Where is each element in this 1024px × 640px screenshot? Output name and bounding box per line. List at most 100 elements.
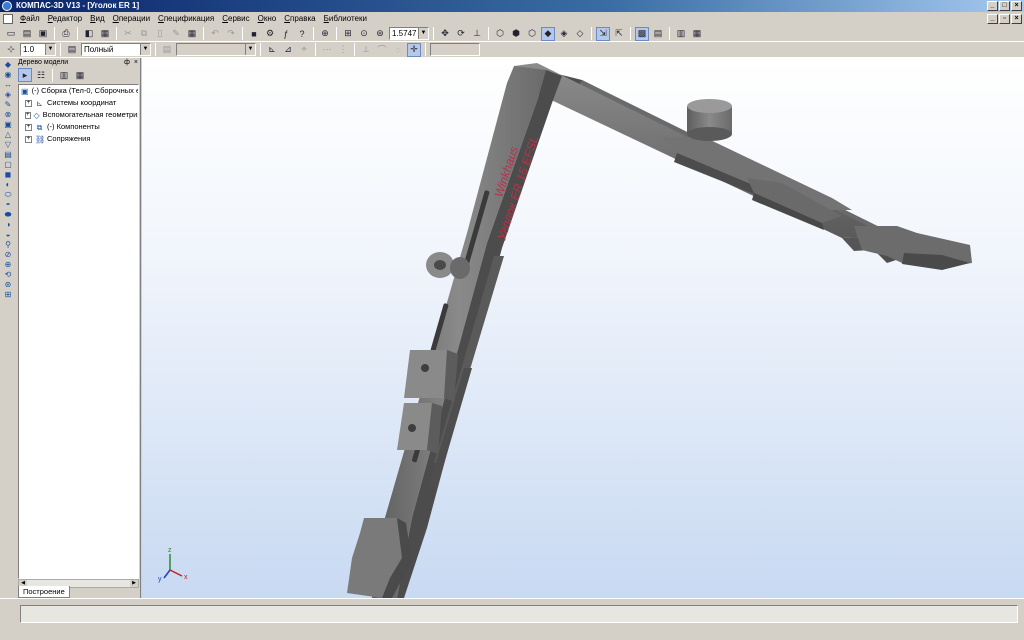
explode-icon[interactable]: ⊛	[2, 280, 15, 289]
track-icon[interactable]: ⌒	[375, 43, 389, 57]
menu-specification[interactable]: Спецификация	[154, 12, 218, 26]
tree-item-coordinate-systems[interactable]: + ⊾ Системы координат	[19, 97, 138, 109]
geometry-icon[interactable]: ◈	[2, 90, 15, 99]
menu-service[interactable]: Сервис	[218, 12, 253, 26]
maximize-button[interactable]: □	[999, 1, 1010, 11]
open-folder-icon[interactable]: ▤	[20, 27, 34, 41]
rotate-component-icon[interactable]: ⟲	[2, 270, 15, 279]
chevron-down-icon[interactable]: ▼	[418, 28, 428, 39]
move-icon[interactable]: ⊕	[2, 260, 15, 269]
collision-icon[interactable]: ⊘	[2, 250, 15, 259]
doc-restore-button[interactable]: ▫	[999, 14, 1010, 24]
build-order-icon[interactable]: ▸	[18, 68, 32, 82]
coordinate-field[interactable]	[430, 43, 480, 56]
orientation-icon[interactable]: ⊥	[470, 27, 484, 41]
report-icon[interactable]: ▦	[690, 27, 704, 41]
selection-icon[interactable]: ⇱	[612, 27, 626, 41]
library-icon[interactable]: ▤	[2, 150, 15, 159]
zoom-in-icon[interactable]: ⊕	[318, 27, 332, 41]
save-icon[interactable]: ▣	[36, 27, 50, 41]
slide-block-lower[interactable]	[397, 403, 442, 454]
array-icon[interactable]: ⬬	[2, 210, 15, 219]
model-viewport[interactable]: Winkhaus Уголок ER 15 EFSL z x y	[142, 58, 1024, 598]
slide-plate-upper[interactable]	[662, 136, 852, 218]
chevron-down-icon[interactable]: ▼	[45, 44, 55, 55]
manager-icon[interactable]: ▦	[98, 27, 112, 41]
menu-operations[interactable]: Операции	[109, 12, 154, 26]
view-icon[interactable]: ▢	[2, 160, 15, 169]
section-icon[interactable]: ◒	[2, 230, 15, 239]
pan-icon[interactable]: ✥	[438, 27, 452, 41]
expand-icon[interactable]: +	[25, 135, 32, 143]
thin-lines-icon[interactable]: ⬡	[525, 27, 539, 41]
layer-icon[interactable]: ▤	[160, 43, 174, 57]
variables-icon[interactable]: ⚙	[263, 27, 277, 41]
spec-objects-icon[interactable]: ▣	[2, 120, 15, 129]
new-document-icon[interactable]: ▭	[4, 27, 18, 41]
close-panel-icon[interactable]: ×	[134, 58, 138, 68]
dimension-icon[interactable]: ↔	[2, 80, 15, 89]
zoom-scale-icon[interactable]: ⊛	[373, 27, 387, 41]
tree-item-assembly[interactable]: ▣ (-) Сборка (Тел-0, Сборочных е	[19, 85, 138, 97]
display-mode-icon[interactable]: ▤	[65, 43, 79, 57]
tree-item-mates[interactable]: + ⛓ Сопряжения	[19, 133, 138, 145]
print-icon[interactable]: ⎙	[59, 27, 73, 41]
tree-filter-icon[interactable]: ▥	[57, 68, 71, 82]
body-icon[interactable]: ⬭	[2, 190, 15, 199]
orient-icon[interactable]: ⌖	[297, 43, 311, 57]
zoom-window-icon[interactable]: ⊞	[341, 27, 355, 41]
measure-icon[interactable]: ✎	[2, 100, 15, 109]
local-cs-icon[interactable]: ⊿	[281, 43, 295, 57]
paste-icon[interactable]: ▯	[153, 27, 167, 41]
properties-icon[interactable]: ▩	[635, 26, 649, 41]
expand-icon[interactable]: +	[25, 111, 31, 119]
help-pointer-icon[interactable]: ?	[295, 27, 309, 41]
menu-help[interactable]: Справка	[280, 12, 319, 26]
menu-editor[interactable]: Редактор	[44, 12, 86, 26]
component-icon[interactable]: ◼	[2, 170, 15, 179]
library-manager-icon[interactable]: ■	[247, 27, 261, 41]
bolt-icon[interactable]: ⚲	[2, 240, 15, 249]
zoom-dynamic-icon[interactable]: ⊙	[357, 27, 371, 41]
round-icon[interactable]: ◌	[391, 43, 405, 57]
zoom-scale-input[interactable]: 1.5747 ▼	[389, 27, 429, 40]
surface-icon[interactable]: ◓	[2, 200, 15, 209]
slide-block-upper[interactable]	[404, 350, 458, 402]
mate-icon[interactable]: ⊗	[2, 110, 15, 119]
snap-icon[interactable]: ⋯	[320, 43, 334, 57]
layer-select[interactable]: ▼	[176, 43, 256, 56]
shaded-icon[interactable]: ◆	[541, 26, 555, 41]
close-button[interactable]: ×	[1011, 1, 1022, 11]
cursor-snap-icon[interactable]: ✛	[407, 42, 421, 57]
perspective-icon[interactable]: ◇	[573, 27, 587, 41]
copy-icon[interactable]: ⧉	[137, 27, 151, 41]
ortho-icon[interactable]: ⟂	[359, 43, 373, 57]
spec-add-icon[interactable]: ⊞	[2, 290, 15, 299]
step-icon[interactable]: ⊹	[4, 43, 18, 57]
doc-close-button[interactable]: ×	[1011, 14, 1022, 24]
kompas-app-icon[interactable]	[2, 1, 12, 11]
redo-icon[interactable]: ↷	[224, 27, 238, 41]
wireframe-icon[interactable]: ⬡	[493, 27, 507, 41]
minimize-button[interactable]: _	[987, 1, 998, 11]
display-mode-select[interactable]: Полный ▼	[81, 43, 151, 56]
menu-file[interactable]: Файл	[16, 12, 44, 26]
tree-options-icon[interactable]: ▦	[73, 68, 87, 82]
pin-cylinder[interactable]	[687, 99, 732, 141]
grid-icon[interactable]: ⋮	[336, 43, 350, 57]
preview-icon[interactable]: ◧	[82, 27, 96, 41]
part-icon[interactable]: ◉	[2, 70, 15, 79]
shaded-edges-icon[interactable]: ◈	[557, 27, 571, 41]
tree-item-aux-geometry[interactable]: + ◇ Вспомогательная геометрия	[19, 109, 138, 121]
scroll-right-icon[interactable]: ▶	[130, 580, 138, 587]
document-icon[interactable]	[3, 14, 13, 24]
filter-icon[interactable]: ⇲	[596, 26, 610, 41]
function-icon[interactable]: ƒ	[279, 27, 293, 41]
chevron-down-icon[interactable]: ▼	[140, 44, 150, 55]
tree-view-icon[interactable]: ☷	[34, 68, 48, 82]
undo-icon[interactable]: ↶	[208, 27, 222, 41]
step-input[interactable]: 1.0 ▼	[20, 43, 56, 56]
spec-icon[interactable]: ▤	[651, 27, 665, 41]
menu-window[interactable]: Окно	[254, 12, 281, 26]
calculator-icon[interactable]: ▦	[185, 27, 199, 41]
